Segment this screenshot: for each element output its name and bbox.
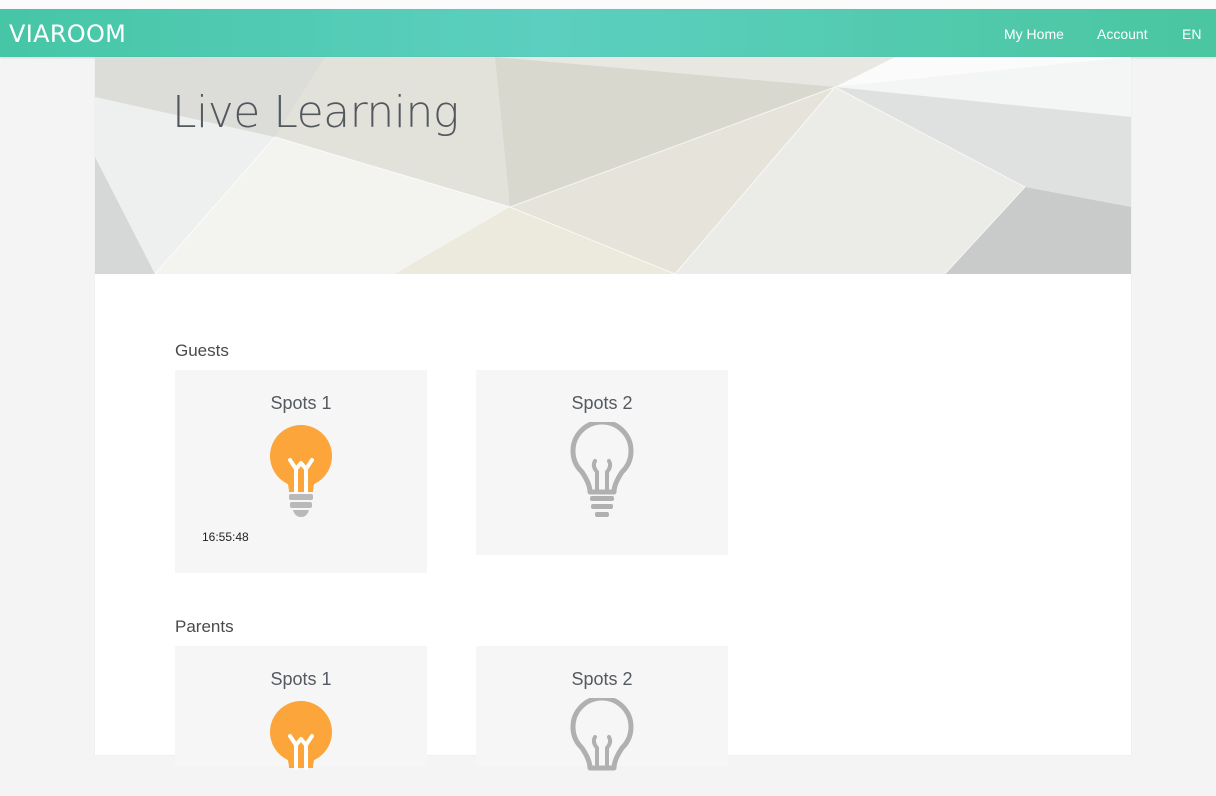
- spot-card-guests-1[interactable]: Spots 1 16:55:48: [175, 370, 427, 573]
- nav-language[interactable]: EN: [1182, 26, 1201, 42]
- spot-card-guests-2[interactable]: Spots 2: [476, 370, 728, 555]
- spot-card-parents-2[interactable]: Spots 2: [476, 646, 728, 771]
- top-navbar: VIAROOM My Home Account EN: [0, 9, 1216, 57]
- top-strip: [0, 0, 1216, 9]
- spot-card-parents-1[interactable]: Spots 1: [175, 646, 427, 770]
- lightbulb-off-icon: [570, 422, 634, 517]
- hero-banner: Live Learning: [95, 57, 1131, 274]
- spot-label: Spots 1: [270, 393, 332, 413]
- nav-my-home[interactable]: My Home: [1004, 26, 1064, 42]
- group-title-parents: Parents: [175, 617, 234, 636]
- spot-time: 16:55:48: [202, 530, 249, 544]
- group-title-guests: Guests: [175, 341, 229, 360]
- spot-label: Spots 1: [270, 669, 332, 689]
- lightbulb-off-icon: [570, 698, 634, 771]
- spot-label: Spots 2: [571, 669, 633, 689]
- lightbulb-on-icon: [270, 425, 332, 517]
- nav-account[interactable]: Account: [1097, 26, 1148, 42]
- brand-logo[interactable]: VIAROOM: [9, 20, 126, 48]
- main-content: Live Learning Guests Spots 1 16:55:48 Sp…: [95, 57, 1131, 771]
- page-title: Live Learning: [172, 87, 459, 138]
- spot-label: Spots 2: [571, 393, 633, 413]
- lightbulb-on-icon: [270, 701, 332, 770]
